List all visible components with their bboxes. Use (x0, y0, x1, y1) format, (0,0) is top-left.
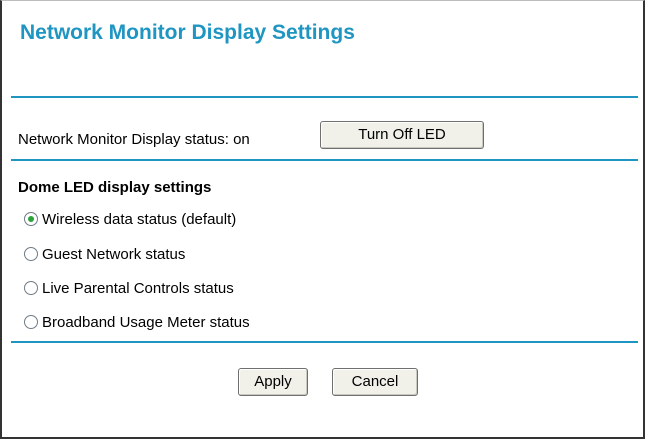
radio-button-selected-icon[interactable] (24, 212, 38, 226)
apply-button[interactable]: Apply (238, 368, 308, 396)
radio-option-wireless-data[interactable]: Wireless data status (default) (24, 209, 236, 229)
title-divider (11, 96, 638, 98)
radio-button-icon[interactable] (24, 315, 38, 329)
options-divider (11, 341, 638, 343)
dome-led-heading: Dome LED display settings (18, 179, 212, 196)
radio-option-label: Live Parental Controls status (42, 279, 234, 297)
radio-button-icon[interactable] (24, 247, 38, 261)
radio-option-label: Wireless data status (default) (42, 210, 237, 228)
settings-panel: Network Monitor Display Settings Network… (0, 0, 645, 439)
page-title: Network Monitor Display Settings (20, 21, 355, 44)
display-status-row: Network Monitor Display status: on (18, 131, 250, 148)
radio-option-parental-controls[interactable]: Live Parental Controls status (24, 278, 234, 298)
status-divider (11, 159, 638, 161)
radio-option-label: Broadband Usage Meter status (42, 313, 250, 331)
radio-option-guest-network[interactable]: Guest Network status (24, 244, 185, 264)
cancel-button[interactable]: Cancel (332, 368, 418, 396)
radio-button-icon[interactable] (24, 281, 38, 295)
display-status-label: Network Monitor Display status: on (18, 131, 250, 148)
turn-off-led-button[interactable]: Turn Off LED (320, 121, 484, 149)
radio-option-broadband-usage[interactable]: Broadband Usage Meter status (24, 312, 250, 332)
radio-option-label: Guest Network status (42, 245, 186, 263)
